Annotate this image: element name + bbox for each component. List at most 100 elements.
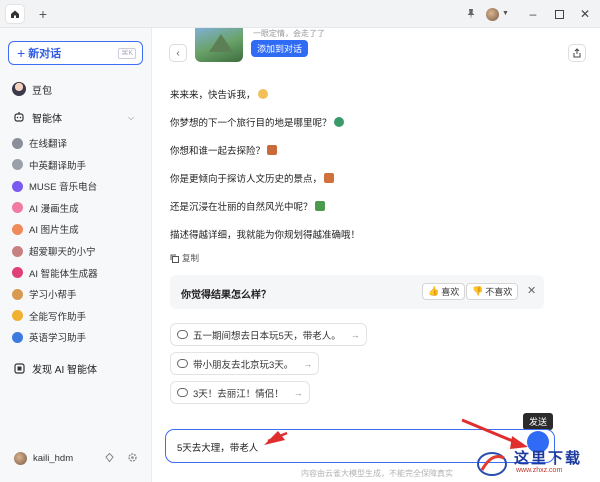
- sidebar-item-label: AI 图片生成: [29, 225, 79, 237]
- thumbs-down-icon: 👎: [472, 286, 484, 296]
- message-line: 你是更倾向于探访人文历史的景点，: [170, 171, 335, 185]
- doubao-avatar-icon: [12, 82, 26, 96]
- share-icon: [573, 48, 581, 58]
- back-button[interactable]: ‹: [169, 44, 187, 62]
- chat-panel: 一眼定情，会走了了 ‹ 添加到对话 来来来，快告诉我， 你梦想的下一个旅行目的地…: [153, 28, 600, 482]
- pin-icon[interactable]: [466, 8, 476, 20]
- sidebar-item-agent[interactable]: 全能写作助手: [12, 308, 86, 324]
- suggestion-chip[interactable]: 3天！去丽江！情侣！ →: [170, 381, 310, 404]
- car-icon: [177, 330, 188, 339]
- sidebar-item-label: 英语学习助手: [29, 333, 87, 345]
- message-line: 来来来，快告诉我，: [170, 87, 268, 101]
- agent-subtitle: 一眼定情，会走了了: [253, 29, 325, 38]
- sidebar-item-agent[interactable]: AI 智能体生成器: [12, 265, 98, 281]
- arrow-right-icon: →: [303, 358, 313, 369]
- sidebar-item-agent[interactable]: AI 图片生成: [12, 221, 79, 237]
- sidebar-item-label: AI 漫画生成: [29, 203, 79, 215]
- agent-cover-image: [195, 28, 243, 62]
- wave-hand-icon: [257, 89, 268, 99]
- gear-icon[interactable]: [127, 452, 139, 464]
- avatar: [14, 452, 27, 465]
- title-bar: + ▼ – ✕: [0, 0, 600, 28]
- agent-avatar-icon: [12, 288, 23, 300]
- suggestion-chip[interactable]: 五一期间想去日本玩5天，带老人。 →: [170, 323, 367, 346]
- copy-icon: [170, 254, 179, 263]
- account-avatar[interactable]: [486, 8, 499, 21]
- sidebar-item-label: 在线翻译: [29, 139, 68, 150]
- minimize-icon[interactable]: –: [525, 6, 541, 22]
- copy-button[interactable]: 复制: [170, 252, 199, 264]
- disclaimer: 内容由云雀大模型生成，不能完全保障真实: [301, 469, 453, 478]
- sidebar: + 新对话 ⌘K 豆包 智能体 ⌵ 在线翻译中英翻译助手 MUSE 音乐电台 AI …: [0, 28, 152, 482]
- agent-avatar-icon: [12, 267, 23, 279]
- message-line: 你想和谁一起去探险？: [170, 143, 278, 157]
- agent-avatar-icon: [12, 159, 23, 171]
- agent-avatar-icon: [12, 245, 23, 257]
- arrow-right-icon: →: [350, 329, 360, 340]
- agent-avatar-icon: [12, 137, 23, 149]
- chevron-down-icon[interactable]: ⌵: [128, 113, 134, 123]
- sidebar-item-label: 发现 AI 智能体: [32, 364, 98, 376]
- arrow-right-icon: →: [293, 387, 303, 398]
- maximize-icon[interactable]: [551, 6, 567, 22]
- username: kaili_hdm: [33, 453, 74, 464]
- user-profile[interactable]: kaili_hdm: [14, 452, 73, 465]
- message-line: 你梦想的下一个旅行目的地是哪里呢？: [170, 115, 344, 129]
- feedback-question: 你觉得结果怎么样？: [181, 290, 271, 301]
- sidebar-section-label: 智能体: [32, 113, 62, 125]
- agent-avatar-icon: [12, 310, 23, 322]
- sidebar-item-label: 学习小帮手: [29, 290, 77, 302]
- agent-icon: [12, 110, 26, 124]
- car-icon: [177, 359, 188, 368]
- watermark-url: www.zhxz.com: [516, 467, 563, 474]
- message-line: 还是沉浸在壮丽的自然风光中呢？: [170, 199, 325, 213]
- mountain-icon: [314, 201, 325, 211]
- sidebar-item-label: 豆包: [32, 85, 52, 97]
- temple-icon: [324, 173, 335, 183]
- globe-icon: [333, 117, 344, 127]
- sidebar-item-agent[interactable]: 中英翻译助手: [12, 157, 86, 173]
- dislike-button[interactable]: 👎 不喜欢: [466, 283, 519, 300]
- suggestion-chip[interactable]: 带小朋友去北京玩3天。 →: [170, 352, 320, 375]
- sidebar-section-agents[interactable]: 智能体: [12, 109, 62, 125]
- feedback-icon[interactable]: [104, 452, 116, 464]
- shortcut-hint: ⌘K: [118, 48, 136, 59]
- close-icon[interactable]: ✕: [577, 6, 593, 22]
- home-icon[interactable]: [6, 5, 24, 23]
- sidebar-item-agent[interactable]: 在线翻译: [12, 135, 67, 151]
- plus-icon: +: [17, 45, 26, 61]
- agent-avatar-icon: [12, 223, 23, 235]
- send-tooltip: 发送: [523, 413, 554, 430]
- sidebar-item-agent[interactable]: 英语学习助手: [12, 329, 86, 345]
- agent-avatar-icon: [12, 202, 23, 214]
- new-chat-label: 新对话: [28, 48, 62, 60]
- sidebar-item-doubao[interactable]: 豆包: [12, 81, 52, 97]
- sidebar-item-label: 超爱聊天的小宁: [29, 247, 96, 258]
- agent-avatar-icon: [12, 331, 23, 343]
- chat-input-value: 5天去大理，带老人: [177, 443, 259, 454]
- close-icon[interactable]: ✕: [527, 284, 536, 297]
- sidebar-item-agent[interactable]: 超爱聊天的小宁: [12, 243, 96, 259]
- sidebar-item-label: AI 智能体生成器: [29, 268, 98, 280]
- share-button[interactable]: [568, 44, 586, 62]
- add-to-chat-button[interactable]: 添加到对话: [251, 40, 309, 57]
- watermark-text: 这里下载: [514, 449, 583, 467]
- copy-label: 复制: [182, 253, 200, 263]
- sidebar-item-label: 全能写作助手: [29, 311, 87, 323]
- discover-icon: [12, 361, 26, 375]
- sidebar-item-discover[interactable]: 发现 AI 智能体: [12, 360, 97, 376]
- new-tab-button[interactable]: +: [34, 5, 52, 23]
- agent-avatar-icon: [12, 180, 23, 192]
- car-icon: [177, 388, 188, 397]
- feedback-card: 你觉得结果怎么样？ 👍 喜欢 👎 不喜欢 ✕: [170, 275, 544, 309]
- sidebar-item-agent[interactable]: 学习小帮手: [12, 286, 77, 302]
- like-button[interactable]: 👍 喜欢: [422, 283, 466, 300]
- people-icon: [267, 145, 278, 155]
- sidebar-item-label: 中英翻译助手: [29, 160, 87, 172]
- sidebar-item-label: MUSE 音乐电台: [29, 182, 98, 194]
- new-chat-button[interactable]: + 新对话 ⌘K: [8, 41, 143, 65]
- chevron-down-icon[interactable]: ▼: [502, 10, 509, 17]
- message-line: 描述得越详细，我就能为你规划得越准确哦！: [170, 230, 361, 241]
- sidebar-item-agent[interactable]: AI 漫画生成: [12, 200, 79, 216]
- sidebar-item-agent[interactable]: MUSE 音乐电台: [12, 178, 97, 194]
